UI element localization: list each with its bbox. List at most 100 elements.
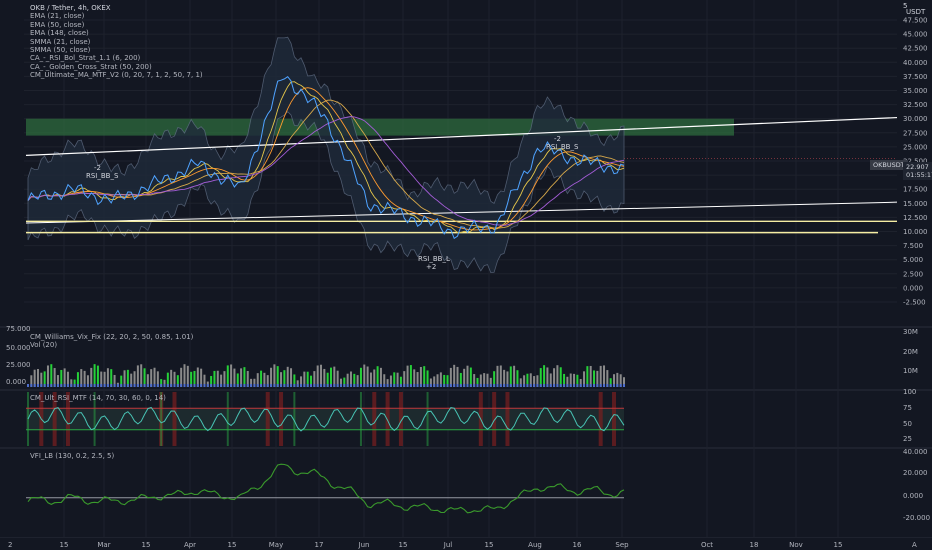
volume-bar (479, 384, 482, 387)
volume-bar (210, 384, 213, 387)
volume-bar (613, 384, 616, 387)
volume-bar (50, 384, 53, 387)
legend-item[interactable]: EMA (148, close) (30, 29, 203, 37)
price-tick-label: 30.000 (903, 115, 928, 123)
chart-title: OKB / Tether, 4h, OKEX (30, 4, 111, 12)
annotation-rsi-bb-l-num: +2 (426, 263, 437, 271)
volume-bar (419, 384, 422, 387)
resistance-zone (26, 118, 734, 136)
volume-bar (333, 384, 336, 387)
pane1-subtitle[interactable]: Vol (20) (30, 341, 57, 349)
volume-bar (80, 384, 83, 387)
pane3-title[interactable]: VFI_LB (130, 0.2, 2.5, 5) (30, 452, 114, 460)
vix-fix-bar (589, 365, 592, 387)
volume-bar (36, 384, 39, 387)
volume-bar (63, 384, 66, 387)
pane3-right-tick: 40.000 (903, 448, 928, 456)
volume-bar (619, 384, 622, 387)
volume-bar (190, 384, 193, 387)
volume-bar (423, 384, 426, 387)
legend-item[interactable]: SMMA (50, close) (30, 46, 203, 54)
volume-bar (616, 384, 619, 387)
volume-bar (373, 384, 376, 387)
volume-bar (379, 384, 382, 387)
price-tick-label: 15.000 (903, 200, 928, 208)
volume-bar (150, 384, 153, 387)
volume-bar (569, 384, 572, 387)
volume-bar (403, 384, 406, 387)
time-axis-label: 15 (142, 541, 151, 549)
pane1-left-tick: 25.000 (6, 361, 31, 369)
volume-bar (73, 384, 76, 387)
pane2-title[interactable]: CM_Ult_RSI_MTF (14, 70, 30, 60, 0, 14) (30, 394, 166, 402)
volume-bar (559, 384, 562, 387)
time-axis-right-marker: A (912, 541, 917, 549)
volume-bar (593, 384, 596, 387)
volume-bar (283, 384, 286, 387)
volume-bar (606, 384, 609, 387)
volume-bar (476, 384, 479, 387)
volume-bar (46, 384, 49, 387)
volume-bar (206, 384, 209, 387)
pane1-left-tick: 50.000 (6, 344, 31, 352)
vix-fix-bar (136, 365, 139, 387)
time-axis-label: May (269, 541, 283, 549)
legend-item[interactable]: CM_Ultimate_MA_MTF_V2 (0, 20, 7, 1, 2, 5… (30, 71, 203, 79)
rsi-overbought-highlight (279, 392, 284, 446)
indicator-legend[interactable]: OKB / Tether, 4h, OKEX EMA (21, close) E… (30, 4, 203, 80)
volume-bar (363, 384, 366, 387)
legend-item[interactable]: CA_-_Golden_Cross_Strat (50, 200) (30, 63, 203, 71)
volume-bar (506, 384, 509, 387)
legend-item[interactable]: EMA (21, close) (30, 12, 203, 20)
volume-bar (596, 384, 599, 387)
legend-item[interactable]: EMA (50, close) (30, 21, 203, 29)
price-tick-label: 27.500 (903, 129, 928, 137)
annotation-rsi-bb-s-1: RSI_BB_S (86, 172, 119, 180)
time-axis-label: 15 (60, 541, 69, 549)
volume-bar (436, 384, 439, 387)
volume-bar (583, 384, 586, 387)
volume-bar (526, 384, 529, 387)
vix-fix-bar (586, 366, 589, 387)
volume-bar (160, 384, 163, 387)
volume-bar (496, 384, 499, 387)
volume-bar (100, 384, 103, 387)
pane1-title[interactable]: CM_Williams_Vix_Fix (22, 20, 2, 50, 0.85… (30, 333, 193, 341)
volume-bar (310, 384, 313, 387)
vfi-pane[interactable] (26, 463, 625, 514)
vix-fix-bar (230, 364, 233, 387)
volume-bar (113, 384, 116, 387)
volume-bar (519, 384, 522, 387)
volume-bar (30, 384, 33, 387)
price-tick-label: 0.000 (903, 284, 923, 292)
volume-bar (243, 384, 246, 387)
volume-bar (116, 384, 119, 387)
volume-bar (439, 384, 442, 387)
annotation-rsi-bb-s-2-num: -2 (554, 135, 561, 143)
volume-bar (466, 384, 469, 387)
volume-bar (513, 384, 516, 387)
volume-bar (96, 384, 99, 387)
volume-bar (499, 384, 502, 387)
time-axis-label: Apr (184, 541, 196, 549)
vix-fix-bar (556, 365, 559, 387)
rsi-overbought-highlight (265, 392, 270, 446)
legend-item[interactable]: CA_-_RSI_Bol_Strat_1.1 (6, 200) (30, 54, 203, 62)
time-axis-label: 15 (834, 541, 843, 549)
volume-bar (220, 384, 223, 387)
vix-fix-bar (496, 365, 499, 387)
volume-bar (170, 384, 173, 387)
volume-bar (83, 384, 86, 387)
volume-bar (509, 384, 512, 387)
volume-bar (223, 384, 226, 387)
pane1-left-tick: 0.000 (6, 378, 26, 386)
rsi-oversold-highlight (359, 392, 362, 446)
volume-bar (429, 384, 432, 387)
volume-bar (413, 384, 416, 387)
legend-item[interactable]: SMMA (21, close) (30, 38, 203, 46)
chart-canvas[interactable]: 47.500 45.000 42.500 40.000 37.500 35.000 32.5… (0, 0, 932, 550)
pane2-right-tick: 50 (903, 420, 912, 428)
price-tick-label: 32.500 (903, 101, 928, 109)
volume-bar (273, 384, 276, 387)
rsi-oversold-highlight (426, 392, 429, 446)
